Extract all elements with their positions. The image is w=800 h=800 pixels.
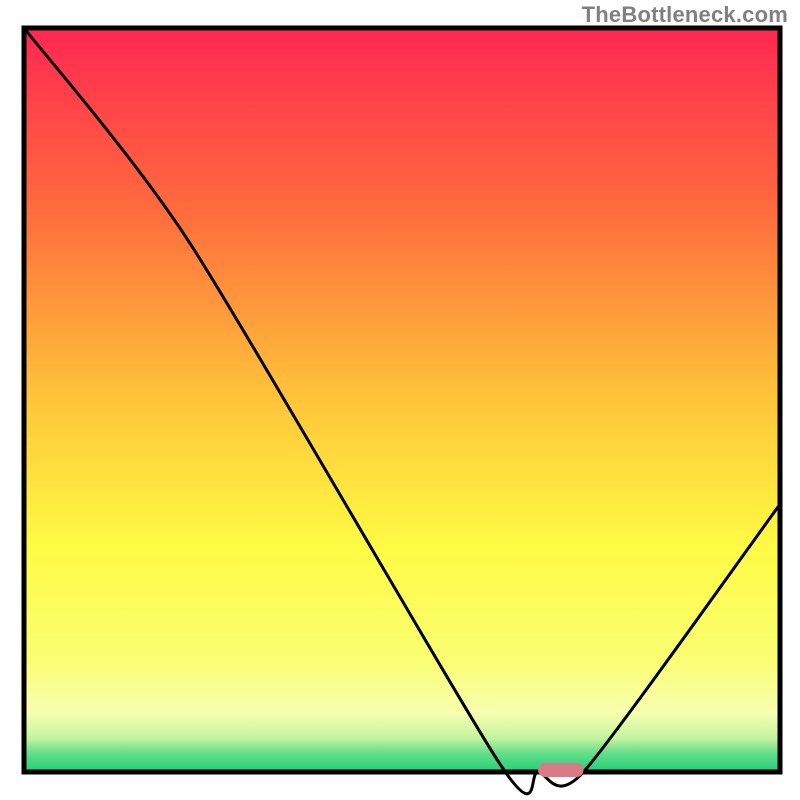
bottleneck-chart: TheBottleneck.com — [0, 0, 800, 800]
minimum-marker — [538, 763, 583, 777]
chart-svg — [0, 0, 800, 800]
attribution-label: TheBottleneck.com — [582, 2, 788, 28]
